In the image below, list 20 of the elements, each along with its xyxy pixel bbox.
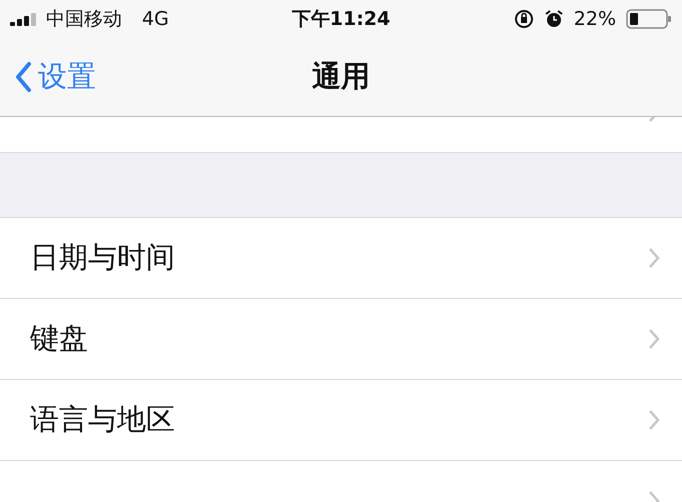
chevron-icon — [648, 328, 660, 350]
page-title: 通用 — [312, 58, 370, 95]
carrier-name: 中国移动 — [46, 7, 122, 32]
settings-row[interactable]: 键盘 — [0, 298, 682, 379]
back-button[interactable]: 设置 — [14, 57, 96, 97]
chevron-icon — [648, 409, 660, 431]
row-label: 日期与时间 — [30, 239, 175, 276]
battery-icon — [626, 9, 672, 29]
status-time: 下午11:24 — [292, 7, 390, 32]
settings-row[interactable]: 日期与时间 — [0, 218, 682, 298]
network-type: 4G — [142, 8, 169, 30]
row-label: 键盘 — [30, 320, 88, 357]
battery-percent: 22% — [574, 8, 616, 30]
back-chevron-icon — [14, 61, 32, 93]
rotation-lock-icon — [514, 9, 534, 29]
settings-row[interactable]: 语言与地区 — [0, 379, 682, 460]
row-label: 语言与地区 — [30, 401, 175, 438]
chevron-icon — [648, 247, 660, 269]
signal-icon — [10, 12, 38, 26]
alarm-icon — [544, 9, 564, 29]
